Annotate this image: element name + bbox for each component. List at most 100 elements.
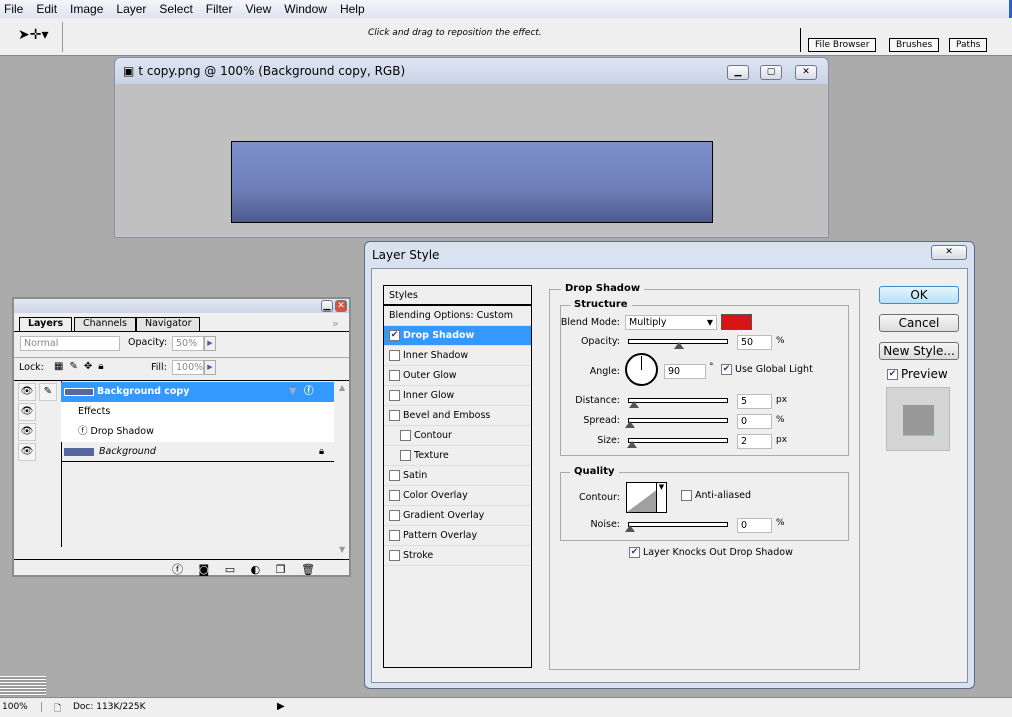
checkbox-icon[interactable] [389, 410, 400, 421]
close-button[interactable]: ✕ [335, 300, 347, 312]
style-item[interactable]: ✔ Drop Shadow [384, 326, 531, 346]
well-tab-paths[interactable]: Paths [949, 38, 988, 52]
preview-checkbox[interactable]: ✔ Preview [887, 367, 948, 381]
style-item[interactable]: Pattern Overlay [384, 526, 531, 546]
new-style-button[interactable]: New Style... [879, 342, 959, 360]
new-set-icon[interactable]: ▭ [225, 563, 235, 576]
ok-button[interactable]: OK [879, 286, 959, 304]
style-item[interactable]: Satin [384, 466, 531, 486]
menu-view[interactable]: View [245, 2, 271, 16]
checkbox-icon[interactable] [389, 470, 400, 481]
move-tool-icon[interactable]: ➤✛▾ [18, 27, 49, 43]
contour-picker[interactable]: ▼ [626, 482, 667, 513]
visibility-eye-icon[interactable]: 👁︎ [18, 443, 36, 461]
opacity-slider[interactable] [628, 339, 728, 349]
visibility-eye-icon[interactable]: 👁︎ [18, 383, 36, 401]
knockout-checkbox[interactable]: ✔ Layer Knocks Out Drop Shadow [629, 547, 793, 558]
menu-edit[interactable]: Edit [36, 2, 57, 16]
checkbox-icon[interactable] [389, 490, 400, 501]
scroll-down-arrow[interactable]: ▼ [339, 545, 345, 554]
angle-dial[interactable] [625, 353, 658, 386]
status-menu-arrow[interactable]: ▶ [277, 701, 285, 712]
opacity-field[interactable]: 50% [172, 336, 204, 351]
angle-field[interactable]: 90 [664, 364, 706, 379]
tab-channels[interactable]: Channels [74, 317, 136, 331]
style-item[interactable]: Contour [384, 426, 531, 446]
checkbox-icon[interactable] [389, 550, 400, 561]
menu-layer[interactable]: Layer [116, 2, 146, 16]
menu-help[interactable]: Help [340, 2, 365, 16]
well-tab-file-browser[interactable]: File Browser [808, 38, 877, 52]
canvas-area[interactable] [116, 84, 827, 236]
layer-effect-drop-shadow[interactable]: ⓕ Drop Shadow [61, 422, 334, 442]
add-mask-icon[interactable]: ◙ [199, 563, 210, 576]
menu-image[interactable]: Image [70, 2, 103, 16]
anti-aliased-checkbox[interactable]: Anti-aliased [681, 490, 751, 501]
scroll-up-arrow[interactable]: ▲ [339, 383, 345, 392]
noise-field[interactable]: 0 [737, 518, 772, 533]
style-item[interactable]: Color Overlay [384, 486, 531, 506]
checkbox-icon[interactable] [389, 370, 400, 381]
tab-navigator[interactable]: Navigator [136, 317, 201, 331]
size-field[interactable]: 2 [737, 434, 772, 449]
layer-effects-row[interactable]: Effects [61, 402, 334, 422]
opacity-field[interactable]: 50 [737, 335, 772, 350]
slider-thumb[interactable] [625, 525, 635, 532]
menu-file[interactable]: File [4, 2, 23, 16]
lock-paint-icon[interactable]: ✎ [69, 361, 83, 372]
layer-background-copy[interactable]: Background copy ▼ ⓕ [61, 382, 334, 402]
style-item[interactable]: Blending Options: Custom [384, 306, 531, 326]
style-item[interactable]: Outer Glow [384, 366, 531, 386]
noise-slider[interactable] [625, 522, 728, 532]
checkbox-icon[interactable] [389, 530, 400, 541]
brush-link-icon[interactable]: ✎ [39, 383, 57, 401]
checkbox-icon[interactable] [389, 390, 400, 401]
trash-icon[interactable]: 🗑︎ [301, 563, 315, 576]
blend-mode-select[interactable]: Normal [20, 336, 120, 351]
checkbox-icon[interactable] [389, 350, 400, 361]
spread-field[interactable]: 0 [737, 414, 772, 429]
close-button[interactable]: ✕ [795, 65, 817, 80]
cancel-button[interactable]: Cancel [879, 314, 959, 332]
lock-transparency-icon[interactable]: ▦ [54, 361, 69, 372]
slider-thumb[interactable] [629, 401, 639, 408]
slider-thumb[interactable] [674, 342, 684, 349]
slider-thumb[interactable] [625, 421, 635, 428]
shadow-color-swatch[interactable] [721, 314, 752, 330]
style-item[interactable]: Texture [384, 446, 531, 466]
expand-effects-icon[interactable]: ▼ [289, 382, 296, 402]
menu-select[interactable]: Select [159, 2, 192, 16]
new-layer-icon[interactable]: ❐ [276, 563, 286, 576]
style-item[interactable]: Gradient Overlay [384, 506, 531, 526]
opacity-arrow-icon[interactable]: ▶ [204, 336, 216, 351]
fill-field[interactable]: 100% [172, 360, 204, 375]
fill-arrow-icon[interactable]: ▶ [204, 360, 216, 375]
size-slider[interactable] [627, 438, 728, 448]
style-item[interactable]: Bevel and Emboss [384, 406, 531, 426]
checkbox-icon[interactable] [400, 450, 411, 461]
style-item[interactable]: Inner Glow [384, 386, 531, 406]
minimize-button[interactable]: ▁ [321, 300, 333, 312]
well-tab-brushes[interactable]: Brushes [889, 38, 940, 52]
blend-mode-select[interactable]: Multiply ▼ [625, 315, 717, 330]
distance-slider[interactable] [628, 398, 728, 408]
menu-filter[interactable]: Filter [206, 2, 233, 16]
lock-position-icon[interactable]: ✥ [84, 361, 98, 372]
menu-window[interactable]: Window [284, 2, 327, 16]
checkbox-icon[interactable] [400, 430, 411, 441]
checkbox-icon[interactable] [389, 510, 400, 521]
visibility-eye-icon[interactable]: 👁︎ [18, 423, 36, 441]
style-item[interactable]: Inner Shadow [384, 346, 531, 366]
lock-icons[interactable]: ▦✎✥🔒︎ [54, 361, 110, 372]
adjustment-layer-icon[interactable]: ◐ [251, 563, 261, 576]
add-style-icon[interactable]: ⓕ [172, 563, 183, 576]
layer-background[interactable]: Background 🔒︎ [61, 442, 334, 462]
maximize-button[interactable]: ▢ [760, 65, 782, 80]
style-item[interactable]: Stroke [384, 546, 531, 566]
spread-slider[interactable] [625, 418, 728, 428]
use-global-light-checkbox[interactable]: ✔ Use Global Light [721, 364, 813, 375]
close-button[interactable]: ✕ [931, 245, 967, 260]
checkbox-icon[interactable]: ✔ [389, 330, 400, 341]
visibility-eye-icon[interactable]: 👁︎ [18, 403, 36, 421]
panel-menu-icon[interactable]: » [332, 317, 339, 330]
